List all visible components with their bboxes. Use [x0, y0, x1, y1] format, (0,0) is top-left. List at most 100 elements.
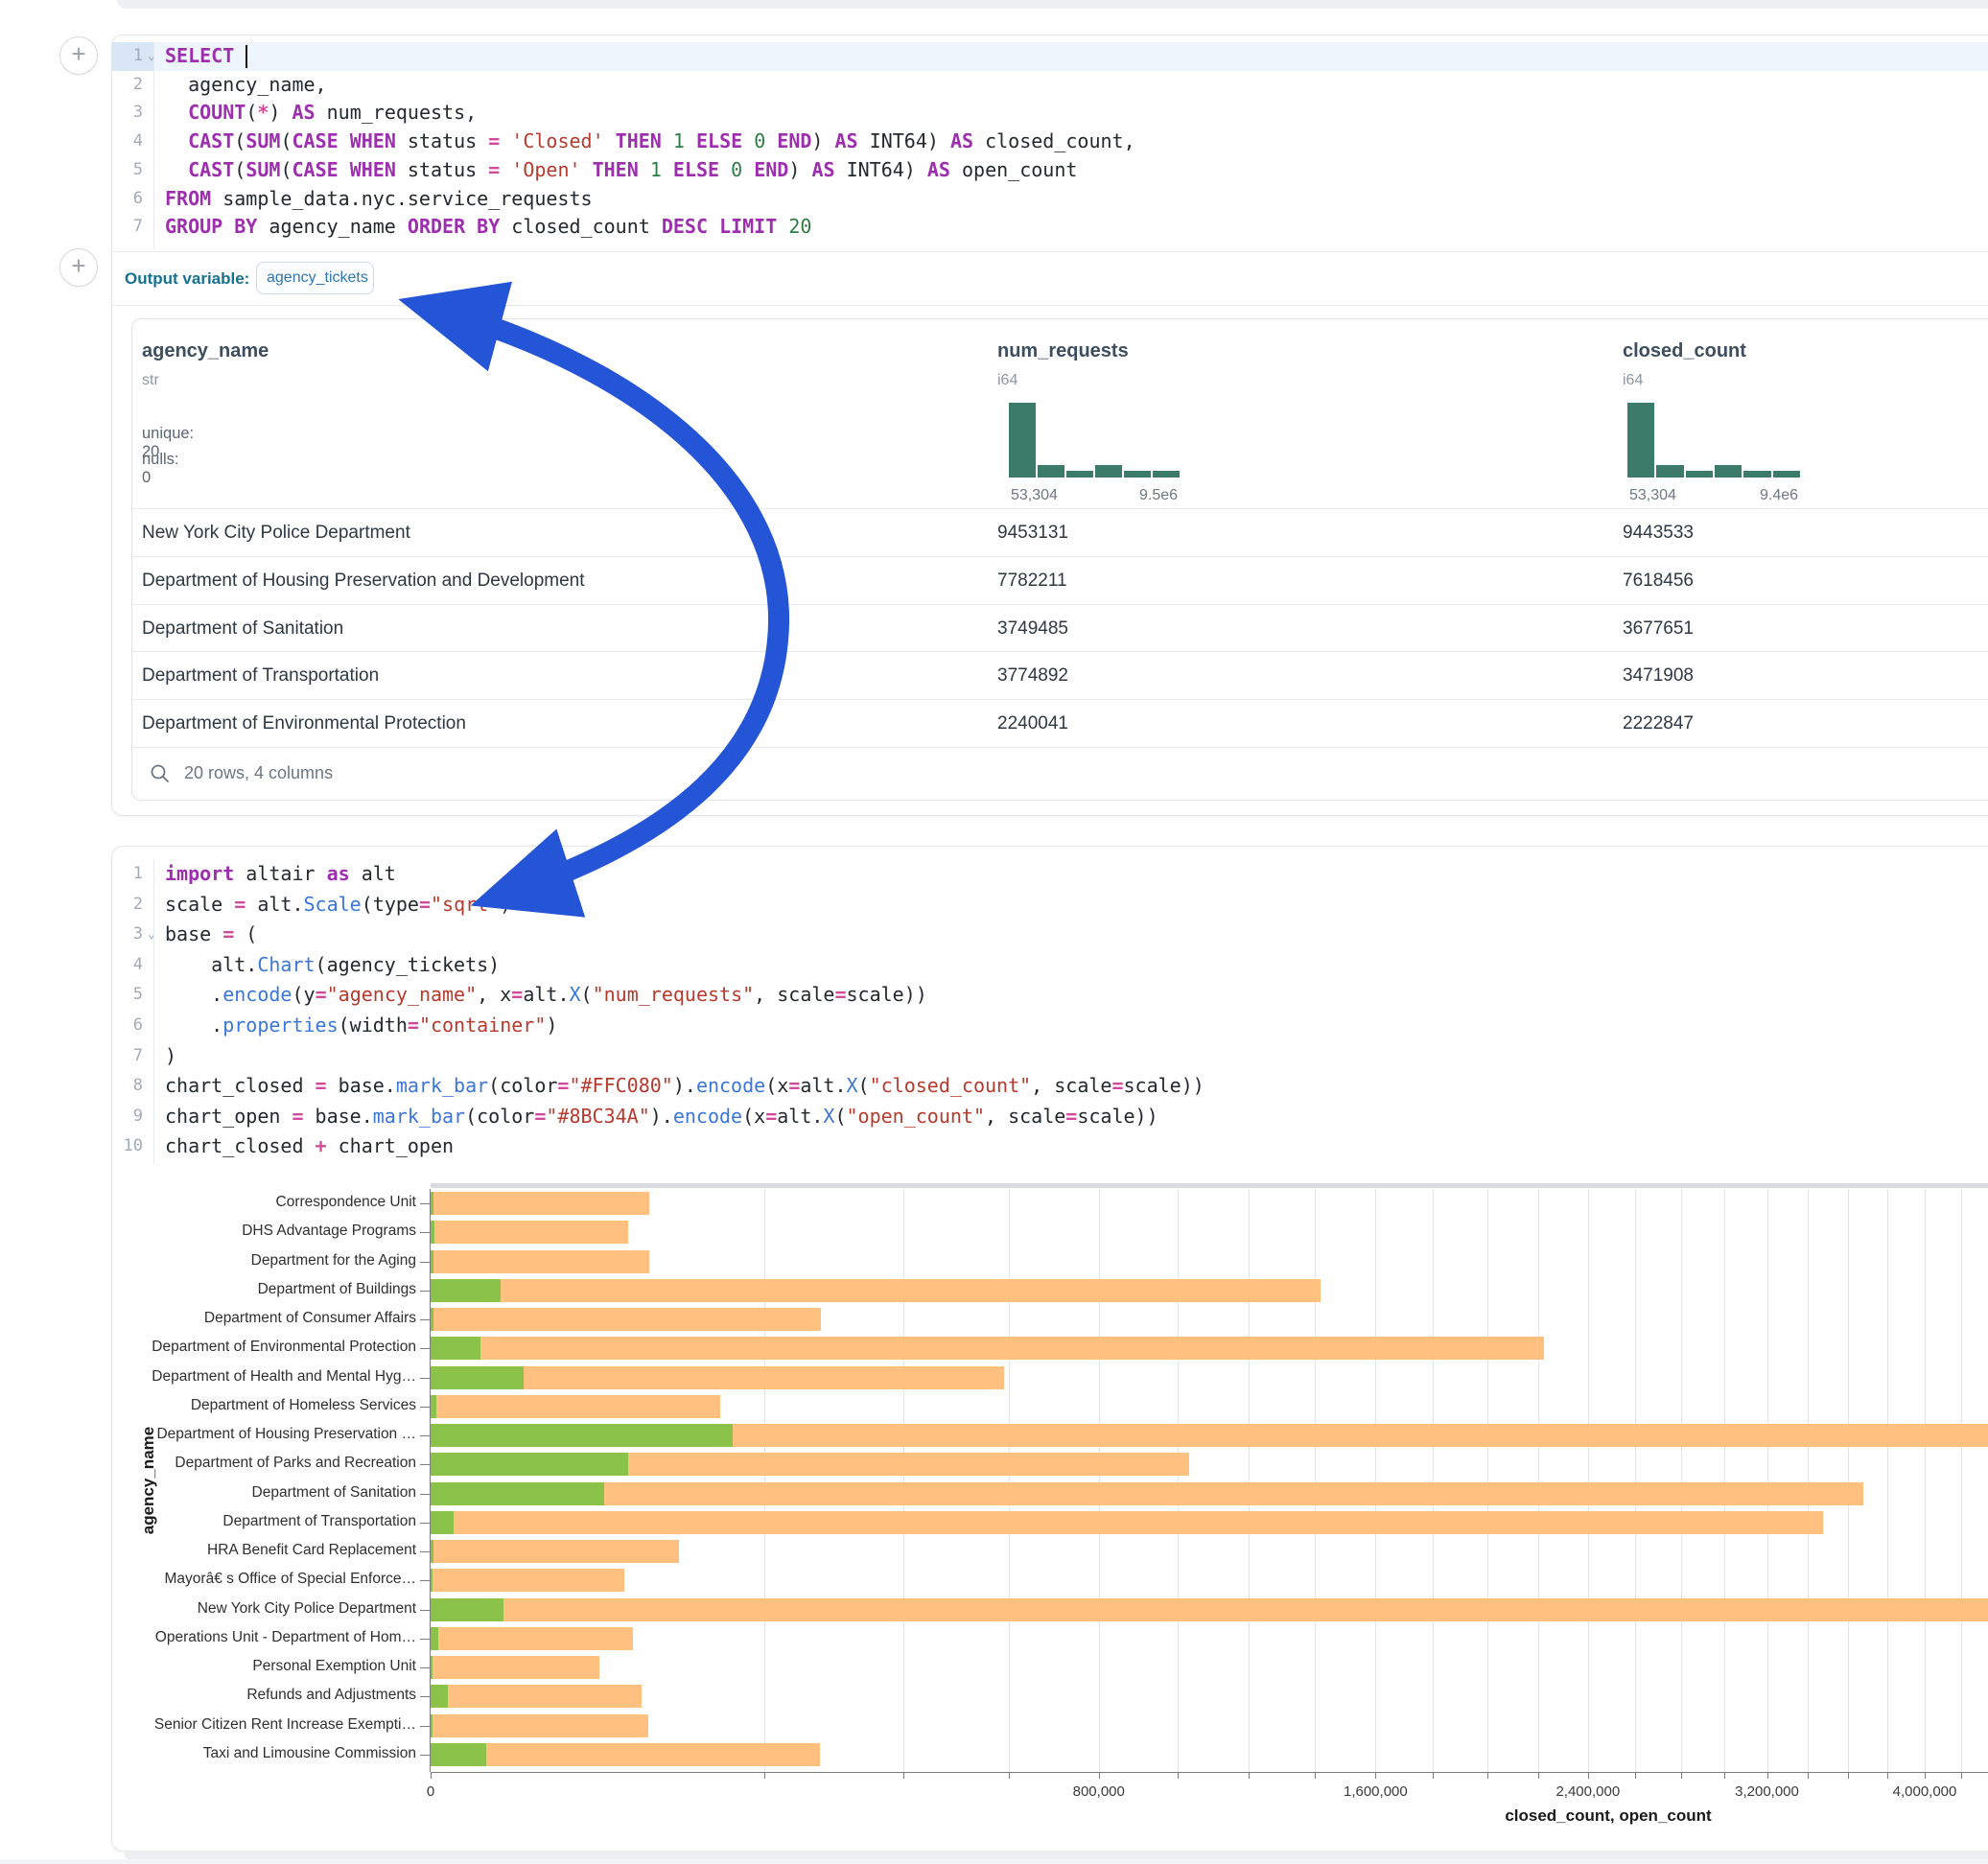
y-tick [420, 1755, 430, 1756]
code-text: .properties(width="container") [165, 1011, 557, 1041]
token-kw: SELECT [165, 44, 234, 67]
token-pl: closed_count, [973, 129, 1135, 152]
x-axis-domain [431, 1772, 1988, 1773]
token-pl: (width [339, 1014, 408, 1037]
token-kw: DESC [662, 215, 708, 238]
column-header-agency_name[interactable]: agency_name [142, 340, 269, 362]
token-pl: status [396, 129, 488, 152]
table-row[interactable]: Department of Sanitation37494853677651 [132, 604, 1988, 652]
table-row[interactable]: New York City Police Department945313194… [132, 508, 1988, 556]
y-tick [420, 1523, 430, 1524]
y-axis-title: agency_name [139, 1389, 158, 1572]
line-number: 7 [114, 1041, 143, 1072]
bar-closed-count [431, 1279, 1321, 1302]
token-kw: END [777, 129, 811, 152]
search-icon[interactable] [150, 763, 171, 784]
output-variable-pill[interactable]: agency_tickets [256, 262, 374, 294]
table-row[interactable]: Department of Environmental Protection22… [132, 699, 1988, 747]
histogram-bar [1743, 471, 1770, 478]
x-tick [1887, 1772, 1888, 1779]
y-axis-label: Personal Exemption Unit [134, 1658, 416, 1675]
editor-output-divider [111, 251, 1988, 252]
token-kw: SUM [246, 129, 280, 152]
bar-open-count [431, 1221, 434, 1244]
token-pl: scale [165, 893, 234, 916]
token-kw: FROM [165, 187, 211, 210]
token-pl: base. [304, 1105, 373, 1128]
column-header-num_requests[interactable]: num_requests [997, 340, 1129, 362]
bar-open-count [431, 1366, 524, 1389]
line-number: 9 [114, 1102, 143, 1132]
token-pl: (color [465, 1105, 534, 1128]
line-number: 2 [114, 71, 143, 100]
gridline [1249, 1189, 1250, 1772]
table-cell: 7782211 [997, 557, 1067, 604]
token-pl [581, 158, 593, 181]
x-tick [1808, 1772, 1809, 1779]
active-line-highlight [153, 42, 1988, 71]
gridline [1724, 1189, 1725, 1772]
token-op: = [765, 1105, 777, 1128]
y-axis-label: Operations Unit - Department of Hom… [134, 1629, 416, 1646]
add-cell-button-output[interactable]: + [59, 248, 98, 287]
table-cell: 7618456 [1623, 557, 1694, 604]
gutter-divider [153, 42, 154, 249]
bar-closed-count [431, 1395, 720, 1418]
line-number: 1 [114, 859, 143, 890]
table-row[interactable]: Department of Transportation377489234719… [132, 651, 1988, 699]
bar-closed-count [431, 1250, 649, 1273]
table-cell: 3471908 [1623, 652, 1694, 699]
token-kw: AS [927, 158, 950, 181]
y-axis-label: Mayorâ€ s Office of Special Enforce… [134, 1571, 416, 1588]
table-row[interactable]: Department of Housing Preservation and D… [132, 556, 1988, 604]
add-cell-button-top[interactable]: + [59, 36, 98, 75]
cell-bottom-shadow [125, 1851, 1988, 1859]
y-axis-label: Department of Environmental Protection [134, 1339, 416, 1356]
column-type: str [142, 372, 159, 389]
token-pl: num_requests, [316, 101, 478, 124]
y-axis-label: Department of Buildings [134, 1281, 416, 1298]
bar-closed-count [431, 1482, 1863, 1505]
token-pl: ( [234, 922, 257, 945]
token-pl: open_count [950, 158, 1077, 181]
column-header-closed_count[interactable]: closed_count [1623, 340, 1746, 362]
token-fn: encode [222, 983, 292, 1006]
code-text: GROUP BY agency_name ORDER BY closed_cou… [165, 213, 811, 242]
bar-closed-count [431, 1685, 642, 1708]
y-tick [420, 1494, 430, 1495]
line-number: 6 [114, 1011, 143, 1041]
chart-scrollbar[interactable] [431, 1183, 1988, 1188]
token-pl: ). [650, 1105, 673, 1128]
x-tick [1009, 1772, 1010, 1779]
line-number: 8 [114, 1071, 143, 1102]
token-pl: . [165, 1014, 222, 1037]
token-pl [465, 215, 477, 238]
x-tick [1538, 1772, 1539, 1779]
y-tick [420, 1667, 430, 1668]
bar-closed-count [431, 1656, 599, 1679]
token-pl [708, 215, 719, 238]
token-op: = [511, 983, 523, 1006]
token-kw: CASE [292, 158, 338, 181]
y-tick [420, 1262, 430, 1263]
token-op: = [1111, 1074, 1123, 1097]
bar-open-count [431, 1685, 448, 1708]
y-tick [420, 1291, 430, 1292]
x-tick [1178, 1772, 1179, 1779]
token-st: 'Closed' [511, 129, 603, 152]
token-pl [777, 215, 788, 238]
token-op: = [316, 983, 327, 1006]
token-pl: altair [234, 862, 326, 885]
y-axis-label: HRA Benefit Card Replacement [134, 1542, 416, 1559]
token-fn: mark_bar [373, 1105, 465, 1128]
token-op: = [488, 158, 500, 181]
gridline [1961, 1189, 1962, 1772]
token-op: + [316, 1134, 327, 1157]
x-tick [1848, 1772, 1849, 1779]
token-kw: ORDER [408, 215, 465, 238]
token-pl: ) [500, 893, 511, 916]
token-op: = [534, 1105, 546, 1128]
gridline [1681, 1189, 1682, 1772]
token-pl: scale)) [1124, 1074, 1204, 1097]
y-axis-label: Department for the Aging [134, 1252, 416, 1270]
